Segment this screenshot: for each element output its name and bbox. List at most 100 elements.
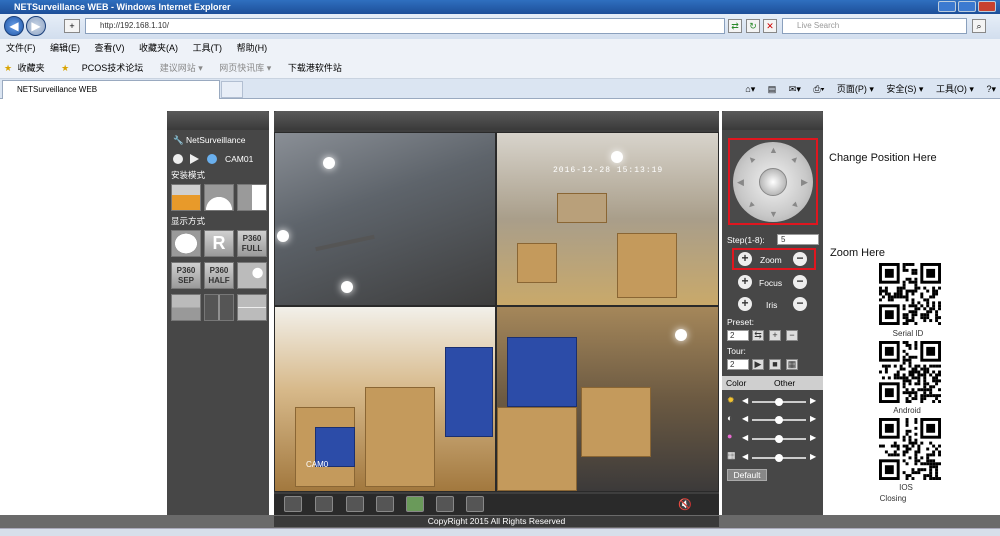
ptz-direction-pad[interactable]: ▲ ▼ ◀ ▶ ▲ ▲ ▼ ▼ [733, 142, 813, 222]
menu-file[interactable]: 文件(F) [6, 43, 36, 53]
saturation-increase[interactable]: ▶ [810, 433, 816, 442]
print-icon[interactable]: ⎙▾ [813, 84, 824, 94]
iris-in-button[interactable]: + [738, 297, 752, 311]
display-mode-1p-button[interactable] [237, 262, 267, 289]
preset-delete-button[interactable]: − [786, 330, 798, 341]
display-fisheye-button[interactable] [171, 230, 201, 257]
focus-in-button[interactable]: + [738, 275, 752, 289]
favorites-button[interactable]: 收藏夹 [18, 63, 45, 73]
menu-tools[interactable]: 工具(T) [193, 43, 223, 53]
hue-slider[interactable] [752, 454, 806, 462]
menu-help[interactable]: 帮助(H) [237, 43, 268, 53]
ptz-down-icon[interactable]: ▼ [769, 209, 778, 219]
zoom-in-button[interactable]: + [738, 252, 752, 266]
brightness-decrease[interactable]: ◀ [742, 396, 748, 405]
contrast-decrease[interactable]: ◀ [742, 414, 748, 423]
preset-goto-button[interactable]: ⇆ [752, 330, 764, 341]
menu-favorites[interactable]: 收藏夹(A) [139, 43, 178, 53]
display-p360-full-button[interactable]: P360 FULL [237, 230, 267, 257]
tab-color[interactable]: Color [726, 376, 746, 390]
display-p360-sep-button[interactable]: P360 SEP [171, 262, 201, 289]
snapshot-icon[interactable] [406, 496, 424, 512]
hue-knob[interactable] [775, 454, 783, 462]
fav-link-webslice[interactable]: 网页快讯库 ▾ [219, 63, 271, 73]
ptz-down-right-icon[interactable]: ▼ [789, 198, 802, 211]
refresh-icon[interactable]: ↻ [746, 19, 760, 33]
playback-stop-icon[interactable] [466, 496, 484, 512]
new-tab-button[interactable] [221, 81, 243, 98]
ptz-up-icon[interactable]: ▲ [769, 145, 778, 155]
tools-menu[interactable]: 工具(O) ▾ [936, 84, 974, 94]
contrast-increase[interactable]: ▶ [810, 414, 816, 423]
go-icon[interactable]: ⇄ [728, 19, 742, 33]
fav-link-download[interactable]: 下载港软件站 [288, 63, 342, 73]
display-p360-half-button[interactable]: P360 HALF [204, 262, 234, 289]
window-icon[interactable] [315, 496, 333, 512]
video-quadrant-4[interactable] [497, 307, 718, 491]
fav-link-suggested[interactable]: 建议网站 ▾ [160, 63, 203, 73]
tour-grid-button[interactable]: ▦ [786, 359, 798, 370]
record-icon[interactable] [346, 496, 364, 512]
tab-netsurveillance[interactable]: NETSurveillance WEB [2, 80, 220, 99]
display-mode-4-button[interactable] [237, 294, 267, 321]
minimize-button[interactable] [938, 1, 956, 12]
search-input[interactable]: Live Search [782, 18, 967, 34]
preset-add-button[interactable]: + [769, 330, 781, 341]
tour-stop-button[interactable]: ■ [769, 359, 781, 370]
video-view[interactable]: 2016-12-28 15:13:19 CAM0 [274, 132, 719, 492]
display-r-button[interactable]: R [204, 230, 234, 257]
brightness-increase[interactable]: ▶ [810, 396, 816, 405]
record-stop-icon[interactable] [376, 496, 394, 512]
hue-decrease[interactable]: ◀ [742, 452, 748, 461]
close-button[interactable] [978, 1, 996, 12]
help-icon[interactable]: ?▾ [986, 84, 996, 94]
menu-edit[interactable]: 编辑(E) [50, 43, 80, 53]
menu-view[interactable]: 查看(V) [95, 43, 125, 53]
video-quadrant-1[interactable] [275, 133, 495, 305]
video-quadrant-2[interactable] [497, 133, 718, 305]
install-ceiling-button[interactable] [171, 184, 201, 211]
tour-input[interactable]: 2 [727, 359, 749, 370]
mail-icon[interactable]: ✉▾ [789, 84, 801, 94]
home-icon[interactable]: ⌂▾ [745, 84, 755, 94]
fav-link-pcos[interactable]: PCOS技术论坛 [82, 63, 144, 73]
maximize-button[interactable] [958, 1, 976, 12]
closing-link[interactable]: Closing [862, 494, 924, 503]
focus-out-button[interactable]: − [793, 275, 807, 289]
search-icon[interactable]: ⌕ [972, 19, 986, 33]
ptz-up-left-icon[interactable]: ▲ [745, 152, 758, 165]
camera-play-icon[interactable] [207, 154, 217, 164]
saturation-knob[interactable] [775, 435, 783, 443]
zoom-out-button[interactable]: − [793, 252, 807, 266]
brightness-knob[interactable] [775, 398, 783, 406]
play-icon[interactable] [190, 154, 199, 164]
saturation-slider[interactable] [752, 435, 806, 443]
hue-increase[interactable]: ▶ [810, 452, 816, 461]
stop-icon[interactable] [173, 154, 183, 164]
stop-icon[interactable]: ✕ [763, 19, 777, 33]
address-input[interactable]: http://192.168.1.10/ [85, 18, 725, 34]
step-select[interactable]: 5 [777, 234, 819, 245]
add-favorite-icon[interactable]: ★ [61, 63, 69, 73]
contrast-slider[interactable] [752, 416, 806, 424]
saturation-decrease[interactable]: ◀ [742, 433, 748, 442]
contrast-knob[interactable] [775, 416, 783, 424]
back-button[interactable]: ◀ [4, 16, 24, 36]
display-mode-2-button[interactable] [171, 294, 201, 321]
ptz-down-left-icon[interactable]: ▼ [745, 198, 758, 211]
preset-input[interactable]: 2 [727, 330, 749, 341]
ptz-center-button[interactable] [759, 168, 787, 196]
install-table-button[interactable] [204, 184, 234, 211]
install-wall-button[interactable] [237, 184, 267, 211]
display-quad-button[interactable] [204, 294, 234, 321]
playback-icon[interactable] [436, 496, 454, 512]
ptz-left-icon[interactable]: ◀ [737, 177, 744, 188]
feeds-icon[interactable]: ▤ [768, 84, 777, 94]
iris-out-button[interactable]: − [793, 297, 807, 311]
ptz-right-icon[interactable]: ▶ [801, 177, 808, 188]
mute-icon[interactable]: 🔇 [678, 498, 692, 511]
safety-menu[interactable]: 安全(S) ▾ [886, 84, 923, 94]
tab-other[interactable]: Other [774, 376, 795, 390]
fullscreen-icon[interactable] [284, 496, 302, 512]
page-menu[interactable]: 页面(P) ▾ [837, 84, 874, 94]
